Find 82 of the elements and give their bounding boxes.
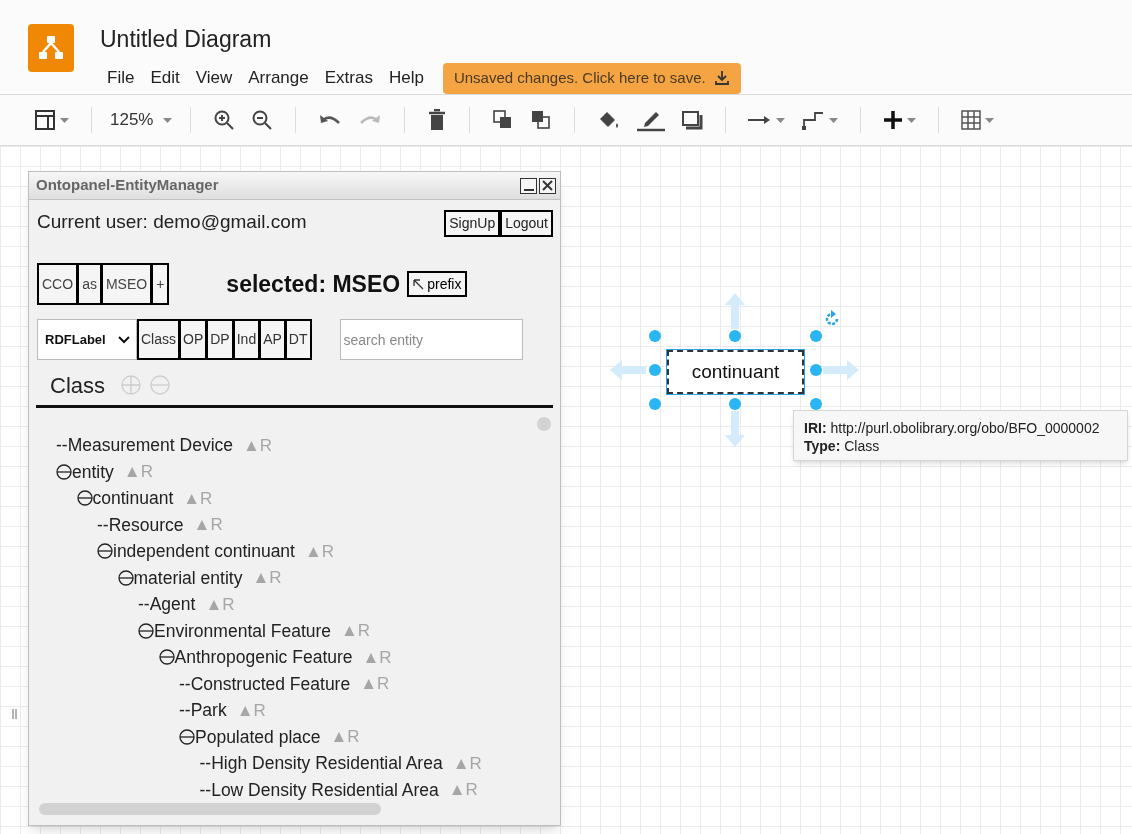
tree-item-label[interactable]: --Agent xyxy=(138,591,196,618)
close-button[interactable] xyxy=(539,177,556,194)
arrow-right-icon[interactable] xyxy=(748,114,786,126)
resize-handle[interactable] xyxy=(649,330,661,342)
tree-item-label[interactable]: --Low Density Residential Area xyxy=(199,776,439,803)
resize-handle[interactable] xyxy=(810,330,822,342)
current-user-text: Current user: demo@gmail.com xyxy=(37,210,307,234)
waypoint-connector-icon[interactable] xyxy=(801,110,839,130)
label-type-select[interactable]: RDFLabel xyxy=(37,319,137,360)
entity-type-tab[interactable]: DT xyxy=(283,321,310,358)
menu-item[interactable]: Arrange xyxy=(241,65,316,91)
resize-handle[interactable] xyxy=(649,364,661,376)
entity-type-tab[interactable]: Ind xyxy=(231,321,259,358)
tree-item-label[interactable]: Anthropogenic Feature xyxy=(174,644,353,671)
rotate-icon[interactable] xyxy=(823,310,841,328)
tree-item-label[interactable]: continuant xyxy=(92,485,174,512)
resize-handle[interactable] xyxy=(810,364,822,376)
ontology-tab[interactable]: + xyxy=(150,265,168,303)
diagram-title[interactable]: Untitled Diagram xyxy=(100,22,741,57)
resize-handle[interactable] xyxy=(729,330,741,342)
collapse-icon[interactable] xyxy=(97,543,113,560)
ontology-tab[interactable]: as xyxy=(76,265,100,303)
app-logo-icon xyxy=(28,24,74,72)
tree-item-label[interactable]: Environmental Feature xyxy=(154,617,332,644)
panel-title: Ontopanel-EntityManager xyxy=(36,175,220,196)
trash-icon[interactable] xyxy=(427,109,448,131)
entity-type-tab[interactable]: DP xyxy=(205,321,232,358)
iri-text: IRI: http://purl.obolibrary.org/obo/BFO_0000002 xyxy=(804,419,1101,437)
plus-icon[interactable] xyxy=(883,110,917,130)
section-title: Class xyxy=(50,371,105,400)
zoom-in-icon[interactable] xyxy=(213,109,236,131)
arrow-up-left-icon xyxy=(413,278,425,290)
tree-item-label[interactable]: --High Density Residential Area xyxy=(199,750,443,777)
ontology-tab[interactable]: CCO xyxy=(39,265,77,303)
layout-panel-icon[interactable] xyxy=(34,109,69,131)
class-shape[interactable]: continuant xyxy=(667,350,804,394)
collapse-icon[interactable] xyxy=(138,622,154,639)
selected-ontology-text: selected: MSEO xyxy=(226,269,401,299)
tree-item-label[interactable]: entity xyxy=(72,458,114,485)
tree-item-label[interactable]: --Measurement Device xyxy=(56,432,233,459)
menu-item[interactable]: File xyxy=(100,65,142,91)
scroll-thumb[interactable] xyxy=(537,417,551,431)
grip-icon[interactable] xyxy=(12,709,18,719)
prefix-button[interactable]: prefix xyxy=(407,271,468,297)
menu-item[interactable]: Help xyxy=(381,65,431,91)
collapse-icon[interactable] xyxy=(158,649,175,666)
send-to-back-icon[interactable] xyxy=(530,109,553,131)
tree-item-label[interactable]: --Constructed Feature xyxy=(179,670,351,697)
zoom-dropdown[interactable]: 125% xyxy=(110,107,173,133)
resize-handle[interactable] xyxy=(810,398,822,410)
type-text: Type: Class xyxy=(804,437,881,455)
entity-type-tab[interactable]: OP xyxy=(178,321,206,358)
resize-handle[interactable] xyxy=(729,398,741,410)
resize-handle[interactable] xyxy=(649,398,661,410)
menu-item[interactable]: View xyxy=(188,65,240,91)
tree-item-label[interactable]: independent continuant xyxy=(113,538,295,565)
collapse-icon[interactable] xyxy=(179,728,195,745)
tree-item-label[interactable]: material entity xyxy=(133,564,243,591)
collapse-icon[interactable] xyxy=(117,569,134,586)
tree-item-label[interactable]: --Resource xyxy=(97,511,184,538)
minimize-button[interactable] xyxy=(520,177,537,194)
shadow-icon[interactable] xyxy=(681,110,704,130)
entity-type-tab[interactable]: Class xyxy=(139,321,178,358)
table-icon[interactable] xyxy=(961,110,995,130)
diagram-canvas[interactable] xyxy=(0,146,1132,834)
tree-item-label[interactable]: Populated place xyxy=(195,723,321,750)
collapse-icon[interactable] xyxy=(76,490,93,507)
menu-item[interactable]: Extras xyxy=(317,65,380,91)
tree-item-label[interactable]: --Park xyxy=(179,697,227,724)
chevron-down-icon xyxy=(118,335,130,344)
save-notice-button[interactable]: Unsaved changes. Click here to save. xyxy=(442,62,741,94)
ontology-tab[interactable]: MSEO xyxy=(99,265,151,303)
search-field[interactable]: search entity xyxy=(339,319,523,360)
account-button[interactable]: SignUp xyxy=(444,210,501,237)
download-icon xyxy=(713,70,730,86)
account-button[interactable]: Logout xyxy=(500,210,553,237)
collapse-icon[interactable] xyxy=(56,463,72,480)
caret-icon xyxy=(163,117,173,123)
entity-type-tab[interactable]: AP xyxy=(258,321,284,358)
zoom-out-icon[interactable] xyxy=(251,109,274,131)
horizontal-scrollbar[interactable] xyxy=(39,803,381,815)
menu-item[interactable]: Edit xyxy=(143,65,187,91)
